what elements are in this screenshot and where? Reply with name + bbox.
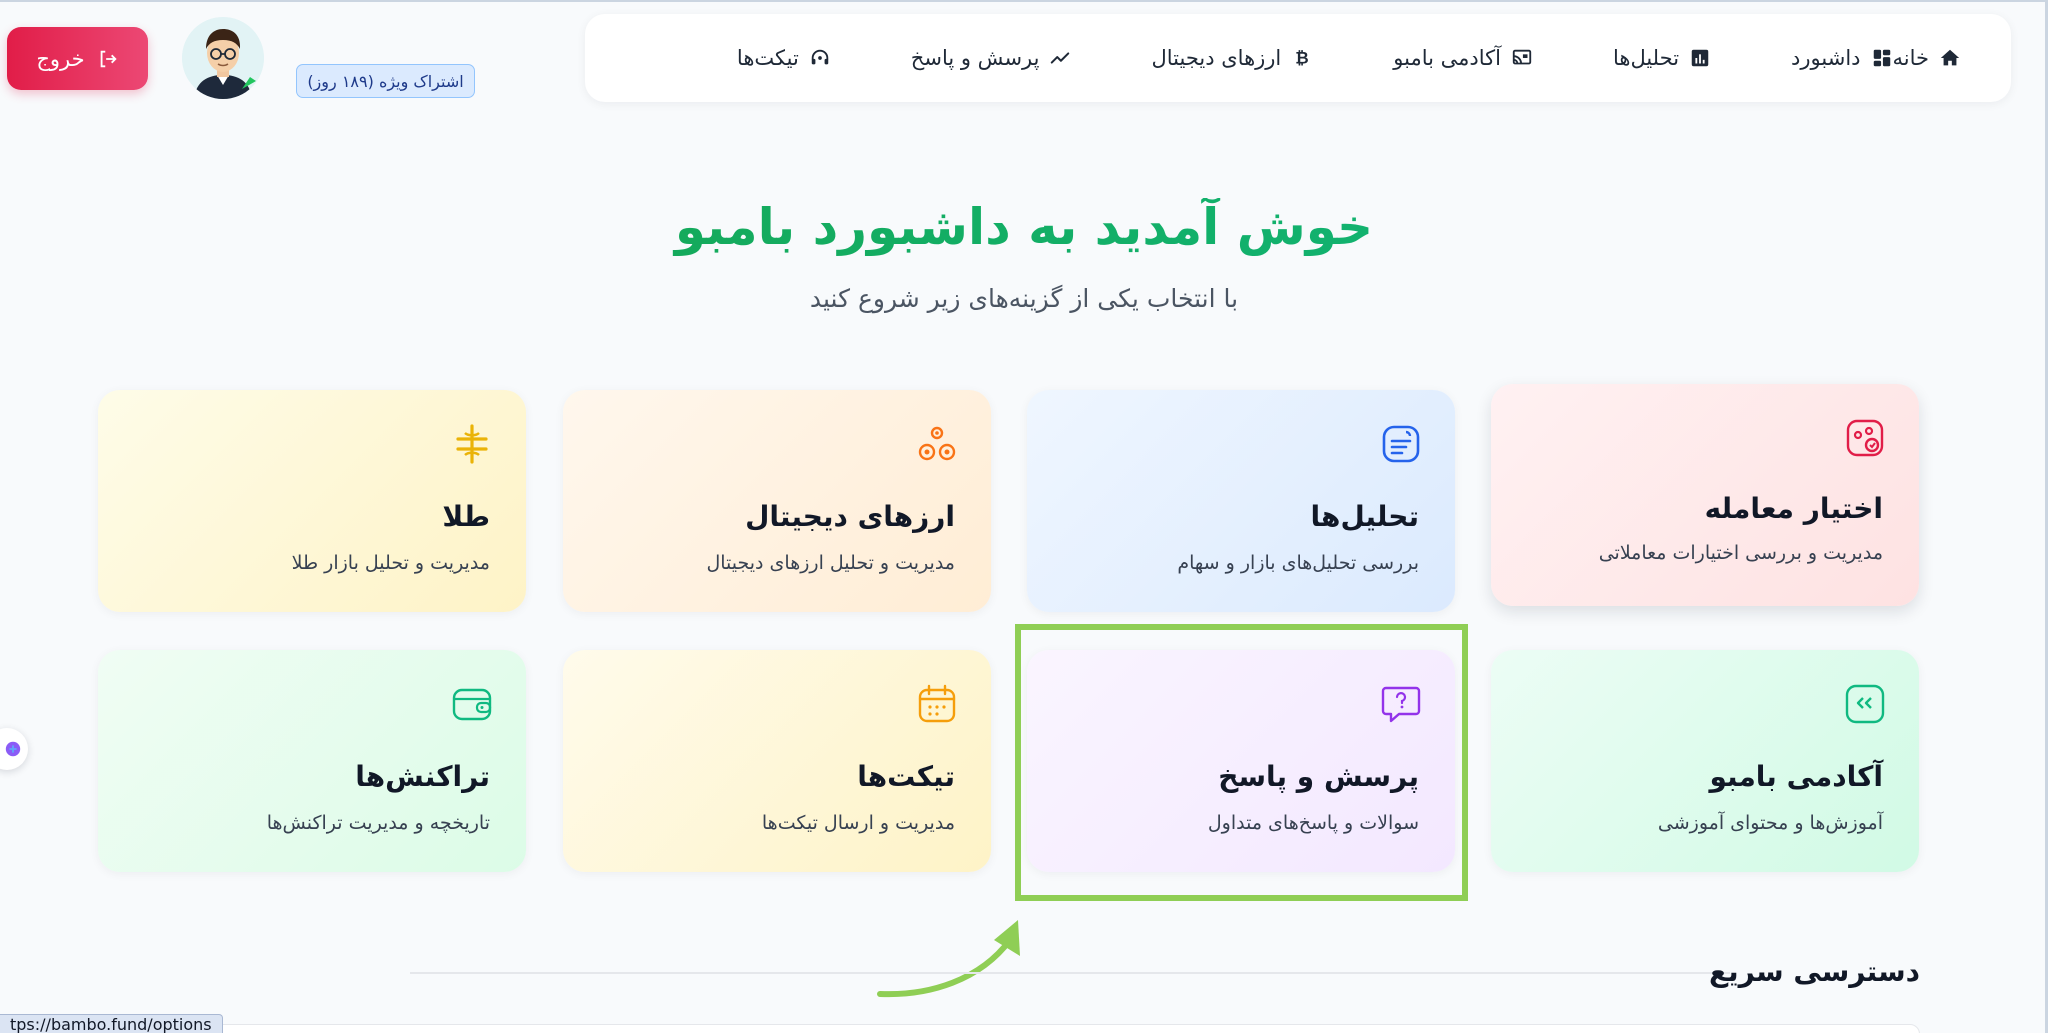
status-bar-url: tps://bambo.fund/options [0,1014,223,1033]
card-title: پرسش و پاسخ [1218,760,1419,793]
academy-icon [1845,684,1885,724]
window-top-border [0,0,2048,2]
card-description: سوالات و پاسخ‌های متداول [1207,812,1419,834]
subscription-badge: اشتراک ویژه (۱۸۹ روز) [296,64,475,98]
chat-widget-button[interactable] [0,728,28,770]
cast-icon [1512,49,1532,65]
nav-item-label: آکادمی بامبو [1393,46,1501,70]
wallet-icon [452,688,492,721]
nav-item-label: داشبورد [1791,46,1861,70]
nav-item-label: تیکت‌ها [736,46,799,70]
nav-item-academy[interactable]: آکادمی بامبو [1393,46,1533,70]
nav-item-faq[interactable]: پرسش و پاسخ [911,46,1072,70]
gold-icon [456,424,488,464]
options-icon [1846,419,1884,457]
support-icon [811,49,829,65]
card-description: مدیریت و تحلیل ارزهای دیجیتال [706,552,955,574]
section-divider [410,972,1730,974]
card-academy[interactable]: آکادمی بامبو آموزش‌ها و محتوای آموزشی [1491,650,1919,872]
card-title: اختیار معامله [1704,492,1883,525]
card-description: تاریخچه و مدیریت تراکنش‌ها [266,812,490,834]
card-gold[interactable]: طلا مدیریت و تحلیل بازار طلا [98,390,526,612]
card-description: آموزش‌ها و محتوای آموزشی [1657,812,1883,834]
card-description: بررسی تحلیل‌های بازار و سهام [1177,552,1419,574]
home-icon [1940,49,1960,66]
card-title: آکادمی بامبو [1709,760,1883,793]
coins-icon [918,426,956,461]
question-chat-icon [1381,686,1421,723]
card-description: مدیریت و ارسال تیکت‌ها [761,812,955,834]
card-crypto[interactable]: ارزهای دیجیتال مدیریت و تحلیل ارزهای دیج… [563,390,991,612]
nav-item-label: پرسش و پاسخ [910,46,1040,70]
page-title: خوش آمدید به داشبورد بامبو [0,198,2048,256]
card-transactions[interactable]: تراکنش‌ها تاریخچه و مدیریت تراکنش‌ها [98,650,526,872]
dashboard-icon [1873,49,1890,67]
quick-access-panel [120,1024,1920,1033]
logout-button[interactable]: خروج [7,27,148,90]
card-title: تراکنش‌ها [355,760,490,793]
nav-item-analytics[interactable]: تحلیل‌ها [1613,46,1711,70]
card-analysis[interactable]: تحلیل‌ها بررسی تحلیل‌های بازار و سهام [1027,390,1455,612]
card-title: تیکت‌ها [857,760,955,793]
nav-item-home[interactable]: خانه [1893,46,1961,70]
card-title: تحلیل‌ها [1310,500,1419,533]
annotation-arrow-icon [877,920,1020,998]
quick-access-title: دسترسی سریع [1709,955,1920,988]
card-options[interactable]: اختیار معامله مدیریت و بررسی اختیارات مع… [1491,384,1919,606]
nav-item-label: ارزهای دیجیتال [1151,46,1282,70]
card-title: ارزهای دیجیتال [745,500,955,533]
page-subtitle: با انتخاب یکی از گزینه‌های زیر شروع کنید [809,284,1239,313]
logout-icon [100,50,117,67]
top-navigation: خانه داشبورد تحلیل‌ها آکادمی بامبو ₿ ارز… [585,14,2011,102]
card-faq[interactable]: پرسش و پاسخ سوالات و پاسخ‌های متداول [1027,650,1455,872]
svg-text:₿: ₿ [1296,49,1309,68]
user-avatar-icon [182,17,264,99]
nav-item-label: تحلیل‌ها [1612,46,1680,70]
analytics-icon [1691,49,1709,67]
card-description: مدیریت و بررسی اختیارات معاملاتی [1598,542,1883,564]
logout-label: خروج [36,46,85,71]
nav-item-dashboard[interactable]: داشبورد [1791,46,1892,70]
bitcoin-icon: ₿ [1296,49,1309,68]
nav-item-tickets[interactable]: تیکت‌ها [737,46,831,70]
trend-icon [1051,52,1070,64]
avatar[interactable] [182,17,264,99]
card-title: طلا [442,500,490,533]
chat-widget-icon [5,741,21,757]
card-tickets[interactable]: تیکت‌ها مدیریت و ارسال تیکت‌ها [563,650,991,872]
nav-item-crypto[interactable]: ₿ ارزهای دیجیتال [1151,46,1313,70]
calendar-icon [918,684,956,723]
nav-item-label: خانه [1892,46,1929,70]
analysis-icon [1382,425,1420,463]
card-description: مدیریت و تحلیل بازار طلا [291,552,490,574]
